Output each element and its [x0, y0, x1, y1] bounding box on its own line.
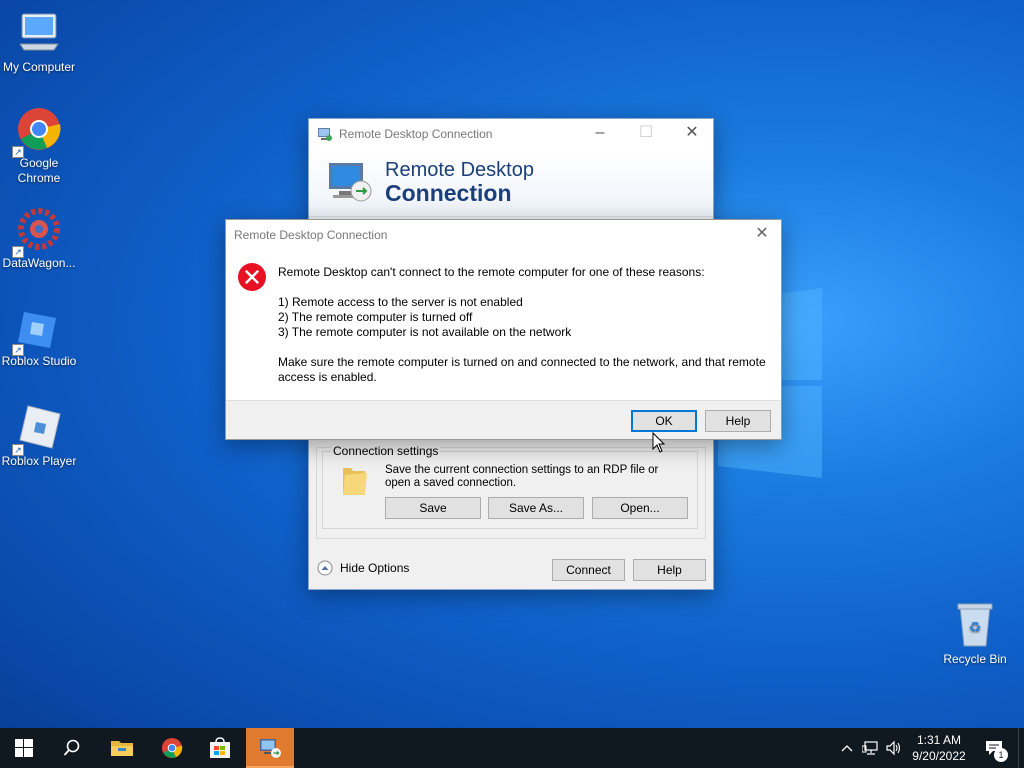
clock-date: 9/20/2022: [912, 749, 966, 763]
remote-desktop-icon: [260, 739, 281, 758]
taskbar-remote-desktop[interactable]: [246, 728, 294, 768]
error-reason-2: 2) The remote computer is turned off: [278, 310, 473, 324]
ok-button[interactable]: OK: [631, 410, 697, 432]
taskbar-store[interactable]: [196, 728, 244, 768]
roblox-studio-icon: ↗: [12, 304, 62, 356]
desktop-icon-label: Recycle Bin: [943, 652, 1007, 666]
error-advice-line2: access is enabled.: [278, 370, 377, 384]
network-icon: [862, 741, 878, 755]
connection-settings-group: Connection settings Save the current con…: [322, 444, 698, 529]
save-button[interactable]: Save: [385, 497, 481, 519]
rdp-window-title: Remote Desktop Connection: [339, 127, 493, 141]
hide-options-toggle[interactable]: Hide Options: [317, 560, 409, 576]
shortcut-arrow-icon: ↗: [12, 444, 24, 456]
clock-time: 1:31 AM: [916, 733, 962, 747]
chrome-icon: [161, 737, 183, 759]
desktop-icon-datawagon[interactable]: ↗ DataWagon...: [0, 206, 78, 271]
show-hidden-icons-button[interactable]: [838, 728, 856, 768]
desktop-icon-roblox-studio[interactable]: ↗ Roblox Studio: [0, 304, 78, 369]
network-button[interactable]: [860, 728, 882, 768]
error-dialog-footer: OK Help: [226, 400, 781, 439]
roblox-player-icon: ↗: [12, 404, 62, 456]
connection-settings-legend: Connection settings: [331, 444, 441, 458]
chevron-up-icon: [317, 560, 333, 576]
error-intro-text: Remote Desktop can't connect to the remo…: [278, 265, 705, 279]
show-desktop-button[interactable]: [1018, 728, 1024, 768]
taskbar-clock[interactable]: 1:31 AM 9/20/2022: [902, 732, 976, 764]
minimize-button[interactable]: –: [577, 119, 623, 149]
volume-icon: [886, 740, 901, 756]
error-dialog-title: Remote Desktop Connection: [234, 228, 388, 242]
close-button[interactable]: ✕: [669, 119, 715, 149]
rdp-banner-title-line1: Remote Desktop: [385, 159, 534, 181]
shortcut-arrow-icon: ↗: [12, 344, 24, 356]
mouse-cursor-icon: [652, 432, 666, 453]
file-explorer-icon: [111, 741, 133, 756]
recycle-bin-icon: ♻: [952, 602, 998, 648]
desktop-icon-google-chrome[interactable]: ↗ Google Chrome: [0, 106, 78, 186]
computer-icon: [16, 10, 62, 56]
error-reason-1: 1) Remote access to the server is not en…: [278, 295, 523, 309]
store-icon: [210, 737, 230, 758]
desktop-icon-label: Roblox Studio: [1, 354, 77, 368]
connection-settings-description: Save the current connection settings to …: [385, 464, 659, 489]
desktop-icon-label: Roblox Player: [1, 454, 77, 468]
volume-button[interactable]: [884, 728, 904, 768]
notification-badge: 1: [994, 748, 1008, 762]
error-dialog: Remote Desktop Connection ✕ Remote Deskt…: [225, 219, 782, 440]
desktop-icon-label: My Computer: [2, 60, 76, 74]
chevron-up-icon: [841, 745, 853, 752]
error-dialog-titlebar[interactable]: Remote Desktop Connection: [226, 220, 781, 250]
desktop-icon-my-computer[interactable]: My Computer: [0, 10, 78, 75]
desktop-icon-roblox-player[interactable]: ↗ Roblox Player: [0, 404, 78, 469]
shortcut-arrow-icon: ↗: [12, 246, 24, 258]
shortcut-arrow-icon: ↗: [12, 146, 24, 158]
rdp-banner: Remote Desktop Connection: [309, 149, 713, 217]
desktop-icon-label: DataWagon...: [2, 256, 76, 270]
remote-desktop-banner-icon: [329, 163, 372, 202]
chrome-icon: ↗: [12, 106, 62, 158]
search-button[interactable]: [48, 728, 96, 768]
folder-icon: [343, 468, 367, 495]
hide-options-label: Hide Options: [340, 561, 410, 575]
rdp-banner-title-line2: Connection: [385, 180, 512, 206]
error-dialog-close-button[interactable]: ✕: [743, 220, 781, 250]
datawagon-icon: ↗: [12, 206, 62, 258]
error-dialog-body: Remote Desktop can't connect to the remo…: [226, 250, 781, 400]
connect-button[interactable]: Connect: [552, 559, 625, 581]
maximize-button[interactable]: ☐: [623, 119, 669, 149]
start-button[interactable]: [0, 728, 48, 768]
error-icon: [238, 263, 266, 291]
svg-text:♻: ♻: [969, 620, 982, 636]
taskbar-file-explorer[interactable]: [98, 728, 146, 768]
error-reason-3: 3) The remote computer is not available …: [278, 325, 572, 339]
taskbar-chrome[interactable]: [148, 728, 196, 768]
rdp-help-button[interactable]: Help: [633, 559, 706, 581]
open-button[interactable]: Open...: [592, 497, 688, 519]
error-advice-line1: Make sure the remote computer is turned …: [278, 355, 766, 369]
search-icon: [63, 739, 80, 756]
notifications-button[interactable]: 1: [980, 728, 1008, 768]
save-as-button[interactable]: Save As...: [488, 497, 584, 519]
remote-desktop-icon: [317, 126, 333, 142]
desktop-icon-recycle-bin[interactable]: ♻ Recycle Bin: [936, 602, 1014, 667]
taskbar: 1:31 AM 9/20/2022 1: [0, 728, 1024, 768]
start-icon: [15, 739, 33, 757]
desktop-icon-label: Google Chrome: [17, 156, 61, 185]
error-help-button[interactable]: Help: [705, 410, 771, 432]
